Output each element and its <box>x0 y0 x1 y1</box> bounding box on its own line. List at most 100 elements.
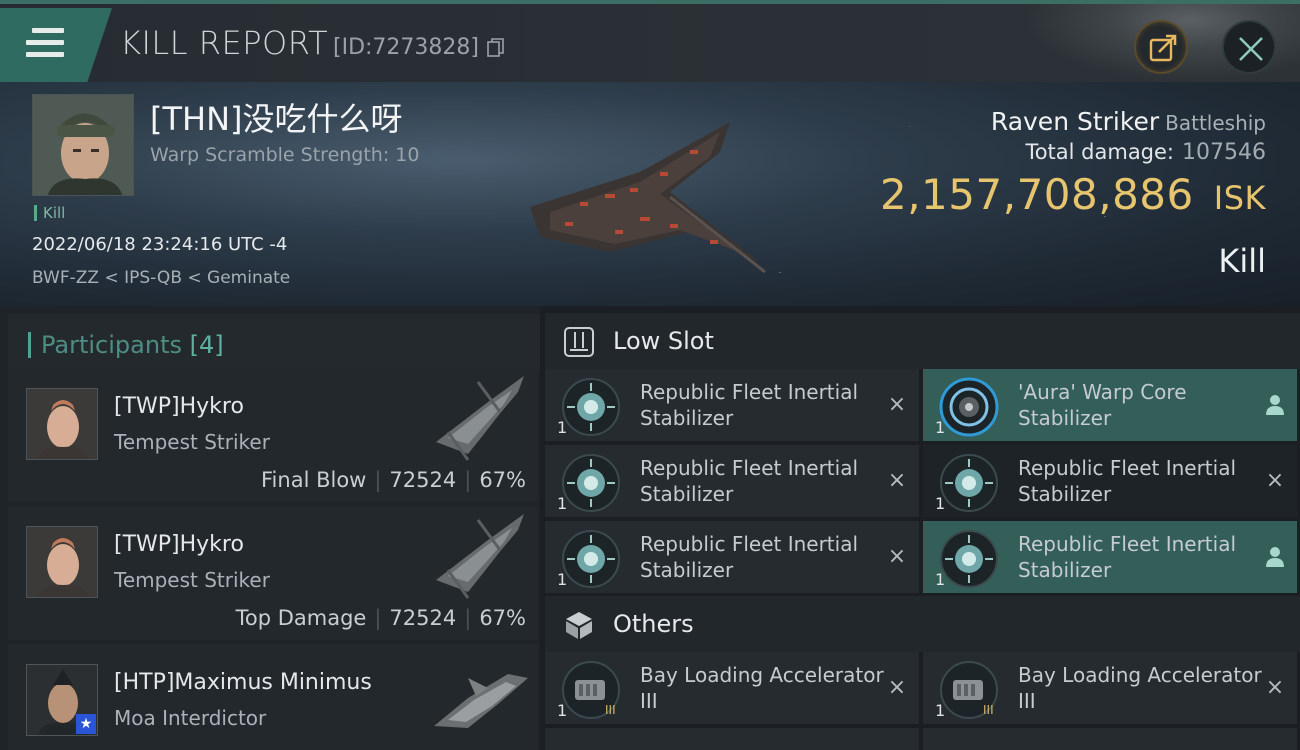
total-damage: Total damage: 107546 <box>1025 140 1266 165</box>
participant-damage: 72524 <box>389 606 457 630</box>
victim-ship-image[interactable] <box>520 112 770 282</box>
item-name: Republic Fleet Inertial Stabilizer <box>640 380 859 430</box>
item-quantity: 1 <box>935 701 946 720</box>
dropped-person-icon <box>1263 393 1287 417</box>
participant-avatar[interactable]: ★ <box>26 664 98 736</box>
bay-loading-accelerator-icon: III <box>940 661 998 719</box>
module-item[interactable]: III 1 Bay Loading Accelerator III × <box>923 652 1297 724</box>
module-item[interactable]: 1 Republic Fleet Inertial Stabilizer <box>923 521 1297 593</box>
participant-avatar[interactable] <box>26 526 98 598</box>
svg-text:III: III <box>983 703 994 717</box>
item-name: 'Aura' Warp Core Stabilizer <box>1018 380 1187 430</box>
svg-text:III: III <box>605 703 616 717</box>
report-id: [ID:7273828] <box>333 35 479 60</box>
participants-header: Participants [4] <box>8 314 540 370</box>
participant-name: [TWP]Hykro <box>114 394 244 419</box>
others-title: Others <box>613 610 694 638</box>
item-quantity: 1 <box>935 494 946 513</box>
stat-divider: | <box>374 468 382 492</box>
item-name: Republic Fleet Inertial Stabilizer <box>640 456 859 506</box>
menu-button[interactable] <box>0 8 112 82</box>
participant-ship-image <box>436 514 524 599</box>
dropped-person-icon <box>1263 545 1287 569</box>
participants-panel: Participants [4] [TWP]Hykro Tempest Stri… <box>0 306 540 750</box>
page-title: KILL REPORT <box>120 24 329 62</box>
participant-ship: Tempest Striker <box>114 568 270 592</box>
item-quantity: 1 <box>935 570 946 589</box>
participant-role: Final Blow <box>261 468 367 492</box>
item-quantity: 1 <box>557 701 568 720</box>
victim-name[interactable]: [THN]没吃什么呀 <box>150 94 403 140</box>
close-button[interactable] <box>1222 20 1276 74</box>
destroyed-icon: × <box>887 544 907 569</box>
menu-icon <box>26 28 64 58</box>
module-item[interactable]: 1 'Aura' Warp Core Stabilizer <box>923 369 1297 441</box>
participant-percent: 67% <box>479 606 526 630</box>
top-bar: KILL REPORT [ID:7273828] <box>0 0 1300 86</box>
low-slot-title: Low Slot <box>613 327 714 355</box>
module-item-partial[interactable] <box>545 728 919 750</box>
warp-scramble-strength: Warp Scramble Strength: 10 <box>150 144 420 166</box>
participant-stats: Top Damage | 72524 | 67% <box>236 606 526 630</box>
module-item[interactable]: 1 Republic Fleet Inertial Stabilizer × <box>923 445 1297 517</box>
participant-percent: 67% <box>479 468 526 492</box>
others-header: Others <box>545 596 1300 652</box>
participant-row[interactable]: [TWP]Hykro Tempest Striker Final Blow | 72… <box>8 368 538 502</box>
participants-count: [4] <box>189 331 224 359</box>
participants-title-text: Participants <box>41 331 182 359</box>
destroyed-icon: × <box>887 392 907 417</box>
inertial-stabilizer-icon <box>940 530 998 588</box>
bay-loading-accelerator-icon: III <box>562 661 620 719</box>
participant-name: [TWP]Hykro <box>114 532 244 557</box>
isk-value: 2,157,708,886 ISK <box>880 170 1266 219</box>
participant-row[interactable]: [TWP]Hykro Tempest Striker Top Damage | 72… <box>8 506 538 640</box>
kill-datetime: 2022/06/18 23:24:16 UTC -4 <box>32 234 288 255</box>
ship-name-text: Raven Striker <box>990 107 1160 136</box>
item-quantity: 1 <box>557 494 568 513</box>
destroyed-icon: × <box>887 468 907 493</box>
inertial-stabilizer-icon <box>562 378 620 436</box>
destroyed-icon: × <box>1265 468 1285 493</box>
warp-core-stabilizer-icon <box>939 377 999 437</box>
victim-avatar[interactable] <box>32 94 134 196</box>
participant-role: Top Damage <box>235 606 367 630</box>
participant-row[interactable]: ★ [HTP]Maximus Minimus Moa Interdictor <box>8 644 538 750</box>
item-quantity: 1 <box>557 570 568 589</box>
participants-title: Participants [4] <box>28 332 224 358</box>
item-name: Republic Fleet Inertial Stabilizer <box>640 532 859 582</box>
close-icon <box>1239 37 1263 61</box>
item-name: Republic Fleet Inertial Stabilizer <box>1018 532 1237 582</box>
low-slot-icon <box>564 327 594 357</box>
isk-unit: ISK <box>1213 179 1266 217</box>
item-name: Republic Fleet Inertial Stabilizer <box>1018 456 1237 506</box>
star-badge-icon: ★ <box>76 714 96 734</box>
participant-avatar[interactable] <box>26 388 98 460</box>
stat-divider: | <box>464 468 472 492</box>
participant-damage: 72524 <box>389 468 457 492</box>
kill-result: Kill <box>1218 242 1266 280</box>
isk-amount: 2,157,708,886 <box>879 170 1194 219</box>
item-name: Bay Loading Accelerator III <box>1018 663 1262 713</box>
item-quantity: 1 <box>935 418 946 437</box>
stat-divider: | <box>464 606 472 630</box>
item-name: Bay Loading Accelerator III <box>640 663 884 713</box>
module-item[interactable]: 1 Republic Fleet Inertial Stabilizer × <box>545 369 919 441</box>
total-damage-value: 107546 <box>1182 140 1266 165</box>
destroyed-icon: × <box>887 675 907 700</box>
copy-icon[interactable] <box>487 38 505 58</box>
kill-location[interactable]: BWF-ZZ < IPS-QB < Geminate <box>32 268 290 288</box>
participant-name: [HTP]Maximus Minimus <box>114 670 372 695</box>
share-button[interactable] <box>1134 20 1188 74</box>
participant-ship: Moa Interdictor <box>114 706 267 730</box>
victim-ship-name[interactable]: Raven Striker Battleship <box>991 107 1266 136</box>
total-damage-label: Total damage: <box>1025 140 1175 164</box>
victim-summary: [THN]没吃什么呀 Warp Scramble Strength: 10 Ki… <box>0 82 1300 306</box>
item-quantity: 1 <box>557 418 568 437</box>
module-item-partial[interactable] <box>923 728 1297 750</box>
module-item[interactable]: 1 Republic Fleet Inertial Stabilizer × <box>545 445 919 517</box>
module-item[interactable]: III 1 Bay Loading Accelerator III × <box>545 652 919 724</box>
cargo-cube-icon <box>566 612 592 639</box>
inertial-stabilizer-icon <box>562 530 620 588</box>
module-item[interactable]: 1 Republic Fleet Inertial Stabilizer × <box>545 521 919 593</box>
low-slot-header: Low Slot <box>545 313 1300 369</box>
